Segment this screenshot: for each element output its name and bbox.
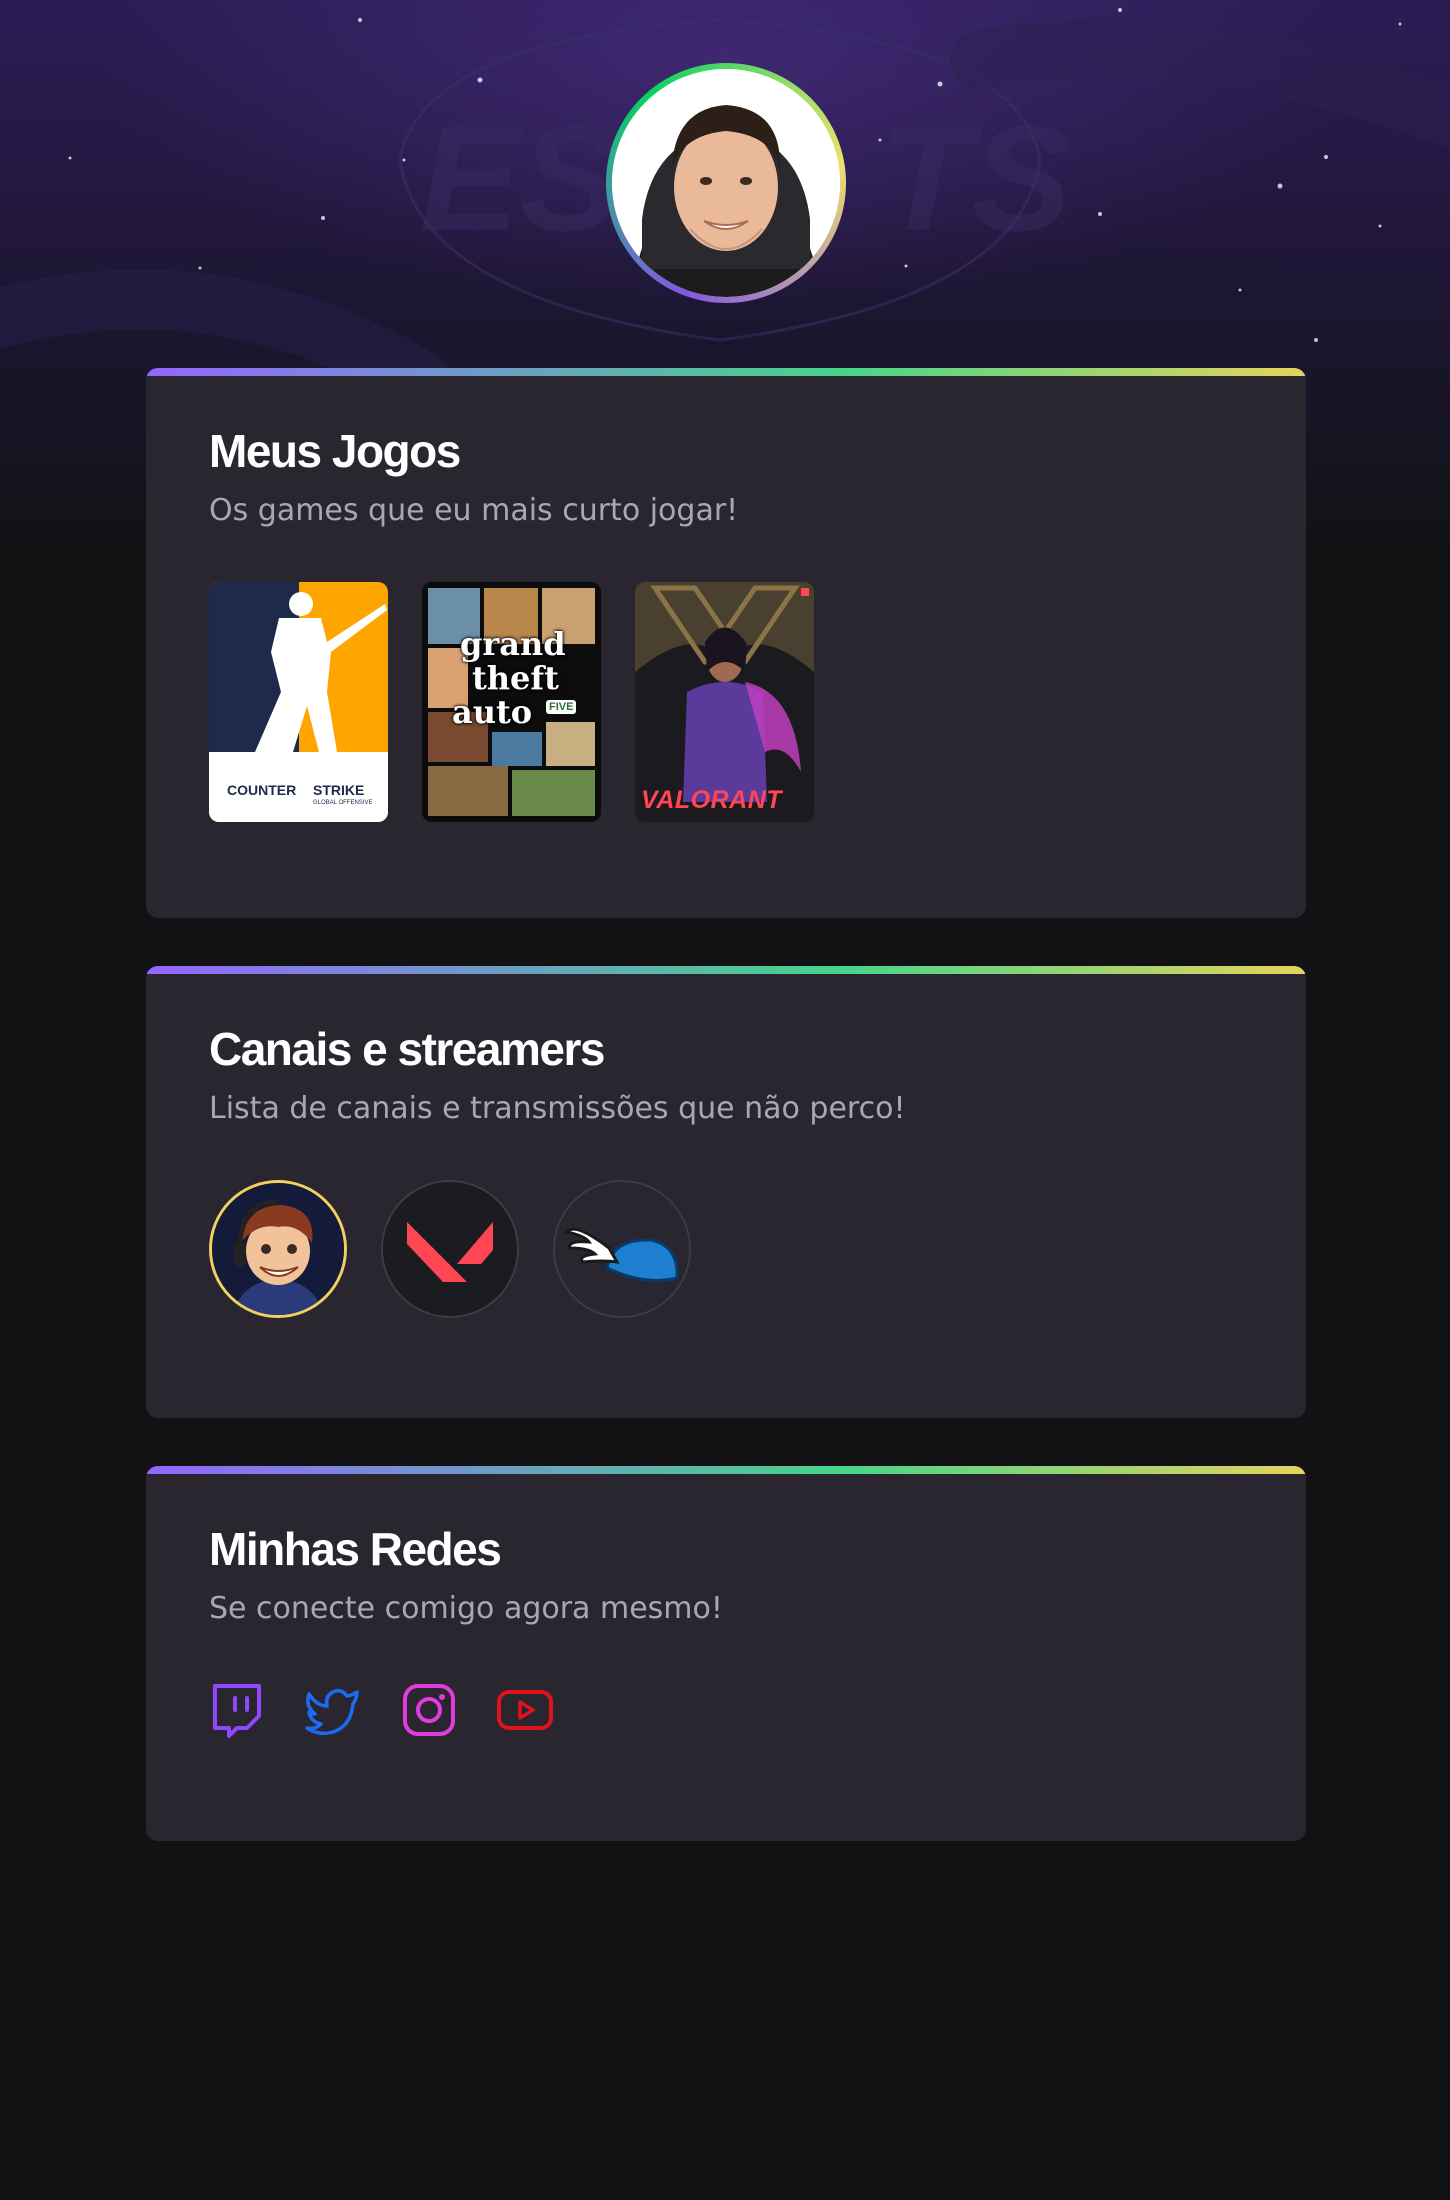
game-cover-counter-strike[interactable]: COUNTER STRIKE GLOBAL OFFENSIVE — [209, 582, 388, 823]
gta-five-badge: FIVE — [546, 700, 577, 715]
twitch-link[interactable] — [209, 1682, 265, 1739]
socials-list — [209, 1682, 1244, 1739]
socials-card: Minhas Redes Se conecte comigo agora mes… — [146, 1466, 1306, 1841]
socials-title: Minhas Redes — [209, 1523, 502, 1575]
gta-logo-line-2: theft — [472, 659, 559, 698]
instagram-icon — [403, 1684, 455, 1737]
game-cover-gta-v[interactable]: grand theft auto FIVE — [422, 582, 601, 823]
channel-streamer-avatar[interactable] — [209, 1180, 347, 1319]
counter-strike-subtitle-text: GLOBAL OFFENSIVE — [313, 800, 373, 807]
cartoon-streamer-icon — [212, 1183, 344, 1316]
valorant-logo-icon — [383, 1182, 517, 1317]
profile-photo — [612, 69, 840, 297]
valorant-logo-text: VALORANT — [641, 786, 783, 815]
svg-text:ES: ES — [420, 94, 620, 262]
winged-helmet-icon — [555, 1182, 689, 1317]
profile-avatar-ring — [606, 63, 846, 303]
counter-strike-logo-text-2: STRIKE — [313, 782, 365, 799]
channel-winged-helmet[interactable] — [553, 1180, 691, 1319]
counter-strike-logo-text: COUNTER — [227, 782, 297, 799]
youtube-icon — [497, 1690, 553, 1731]
games-list: COUNTER STRIKE GLOBAL OFFENSIVE grand th… — [209, 582, 1244, 823]
twitter-link[interactable] — [305, 1682, 361, 1738]
game-cover-valorant[interactable]: VALORANT — [635, 582, 814, 823]
channels-title: Canais e streamers — [209, 1023, 605, 1075]
twitch-icon — [213, 1684, 261, 1739]
channels-list — [209, 1180, 1244, 1319]
games-card: Meus Jogos Os games que eu mais curto jo… — [146, 368, 1306, 918]
games-subtitle: Os games que eu mais curto jogar! — [209, 493, 739, 529]
socials-subtitle: Se conecte comigo agora mesmo! — [209, 1591, 723, 1627]
svg-text:TS: TS — [880, 94, 1072, 262]
profile-avatar — [612, 69, 840, 297]
channels-subtitle: Lista de canais e transmissões que não p… — [209, 1091, 906, 1127]
channel-valorant[interactable] — [381, 1180, 519, 1319]
channels-card: Canais e streamers Lista de canais e tra… — [146, 966, 1306, 1418]
games-title: Meus Jogos — [209, 425, 461, 477]
twitter-icon — [305, 1689, 359, 1736]
youtube-link[interactable] — [497, 1682, 553, 1738]
instagram-link[interactable] — [401, 1682, 457, 1738]
gta-logo-line-3: auto — [452, 693, 533, 732]
gta-logo-line-1: grand — [460, 625, 566, 664]
